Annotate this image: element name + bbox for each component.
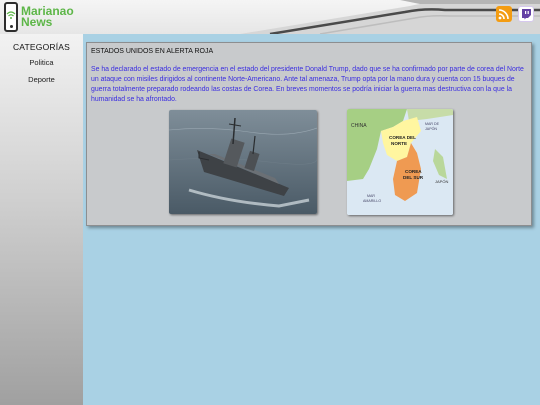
article-card: ESTADOS UNIDOS EN ALERTA ROJA Se ha decl… xyxy=(86,42,532,226)
map-label-yellow-sea-1: MAR xyxy=(367,194,375,198)
warship-image xyxy=(169,110,317,214)
sidebar: CATEGORÍAS Politica Deporte xyxy=(0,34,83,405)
rss-icon[interactable] xyxy=(496,6,512,22)
categories-heading: CATEGORÍAS xyxy=(12,42,71,52)
map-label-japan: JAPÓN xyxy=(435,179,448,184)
social-icons xyxy=(496,6,534,22)
logo-line2: News xyxy=(21,15,53,29)
map-label-south-korea-2: DEL SUR xyxy=(403,175,424,180)
map-label-north-korea-2: NORTE xyxy=(391,141,407,146)
sidebar-item-politica[interactable]: Politica xyxy=(0,58,83,67)
sidebar-item-deporte[interactable]: Deporte xyxy=(0,75,83,84)
map-label-china: CHINA xyxy=(351,123,367,129)
twitch-icon[interactable] xyxy=(518,6,534,22)
map-label-sea-japan-2: JAPÓN xyxy=(425,126,437,131)
map-label-yellow-sea-2: AMARILLO xyxy=(363,199,381,203)
map-label-sea-japan-1: MAR DE xyxy=(425,122,440,126)
header-decoration xyxy=(240,0,540,34)
map-label-north-korea-1: COREA DEL xyxy=(389,135,416,140)
logo-text: Marianao News xyxy=(21,5,74,29)
phone-wifi-icon xyxy=(4,2,18,32)
article-title[interactable]: ESTADOS UNIDOS EN ALERTA ROJA xyxy=(91,48,213,55)
site-logo[interactable]: Marianao News xyxy=(4,2,74,32)
site-header: Marianao News xyxy=(0,0,540,34)
korea-map-image: CHINA COREA DEL NORTE COREA DEL SUR JAPÓ… xyxy=(347,109,453,215)
article-body: Se ha declarado el estado de emergencia … xyxy=(91,66,524,103)
map-label-south-korea-1: COREA xyxy=(405,169,422,174)
